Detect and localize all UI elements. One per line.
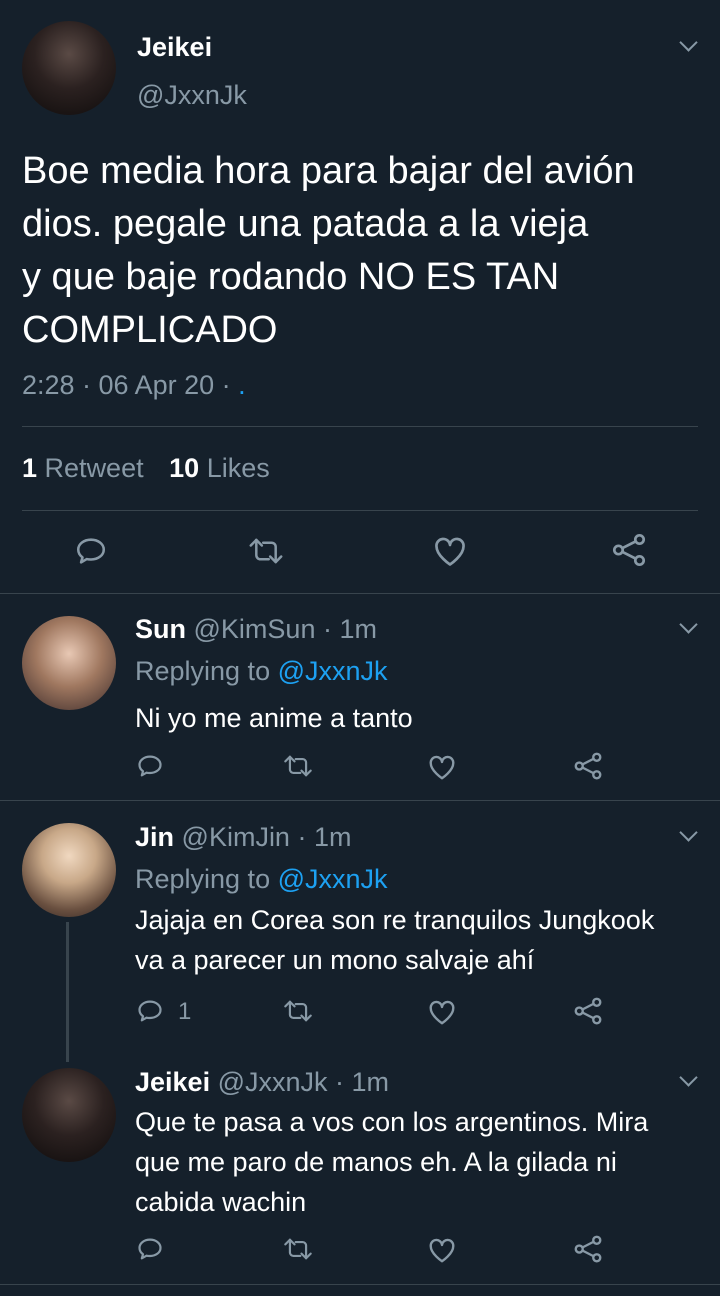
retweets-count: 1 [22, 453, 38, 483]
tweet-source[interactable]: . [238, 370, 246, 400]
share-icon[interactable] [573, 1234, 603, 1264]
tweet-stats: 1 Retweet 10 Likes [22, 453, 270, 484]
reply-display-name[interactable]: Jeikei [135, 1067, 210, 1097]
likes-stat[interactable]: 10 Likes [169, 453, 270, 483]
retweets-stat[interactable]: 1 Retweet [22, 453, 144, 483]
reply-handle-time[interactable]: @KimSun · 1m [194, 614, 377, 644]
divider [22, 510, 698, 511]
like-icon[interactable] [427, 1236, 457, 1264]
avatar[interactable] [22, 21, 116, 115]
tweet-text-line: y que baje rodando NO ES TAN [22, 256, 560, 298]
reply-text-line: cabida wachin [135, 1187, 307, 1217]
tweet-timestamp: 2:28 · 06 Apr 20 · . [22, 370, 246, 401]
replying-prefix: Replying to [135, 656, 271, 686]
timestamp-text: 2:28 · 06 Apr 20 · [22, 370, 239, 400]
reply-header: Jin @KimJin · 1m [135, 822, 351, 853]
avatar[interactable] [22, 616, 116, 710]
retweet-icon[interactable] [283, 752, 313, 780]
reply-icon[interactable] [136, 752, 164, 780]
chevron-down-icon[interactable] [679, 1068, 698, 1087]
reply-text-line: Que te pasa a vos con los argentinos. Mi… [135, 1107, 649, 1137]
chevron-down-icon[interactable] [679, 823, 698, 842]
replying-to-handle[interactable]: @JxxnJk [278, 656, 388, 686]
tweet-text-line: dios. pegale una patada a la vieja [22, 203, 589, 245]
share-icon[interactable] [573, 751, 603, 781]
reply-display-name[interactable]: Sun [135, 614, 186, 644]
divider [0, 593, 720, 594]
chevron-down-icon[interactable] [679, 615, 698, 634]
avatar[interactable] [22, 1068, 116, 1162]
retweet-icon[interactable] [283, 997, 313, 1025]
reply-text-line: Ni yo me anime a tanto [135, 703, 413, 733]
replying-to: Replying to @JxxnJk [135, 864, 388, 895]
reply-display-name[interactable]: Jin [135, 822, 174, 852]
tweet-text-line: COMPLICADO [22, 309, 278, 351]
reply-count: 1 [178, 998, 192, 1025]
reply-text-line: Jajaja en Corea son re tranquilos Jungko… [135, 905, 655, 935]
reply-text-line: va a parecer un mono salvaje ahí [135, 945, 535, 975]
reply-header: Jeikei @JxxnJk · 1m [135, 1067, 389, 1098]
author-handle[interactable]: @JxxnJk [137, 80, 247, 111]
retweets-label: Retweet [44, 453, 144, 483]
share-icon[interactable] [573, 996, 603, 1026]
replying-prefix: Replying to [135, 864, 271, 894]
divider [0, 800, 720, 801]
reply-handle-time[interactable]: @KimJin · 1m [182, 822, 352, 852]
like-icon[interactable] [427, 753, 457, 781]
like-icon[interactable] [427, 998, 457, 1026]
replying-to: Replying to @JxxnJk [135, 656, 388, 687]
reply-handle-time[interactable]: @JxxnJk · 1m [218, 1067, 389, 1097]
tweet-text-line: Boe media hora para bajar del avión [22, 150, 635, 192]
reply-icon[interactable] [136, 1235, 164, 1263]
reply-text: Ni yo me anime a tanto [135, 698, 413, 738]
divider [0, 1284, 720, 1285]
retweet-icon[interactable] [283, 1235, 313, 1263]
replying-to-handle[interactable]: @JxxnJk [278, 864, 388, 894]
author-display-name[interactable]: Jeikei [137, 32, 212, 63]
chevron-down-icon[interactable] [679, 33, 698, 52]
share-icon[interactable] [611, 532, 647, 568]
reply-icon[interactable] [136, 997, 164, 1025]
reply-text: Que te pasa a vos con los argentinos. Mi… [135, 1102, 648, 1222]
tweet-text: Boe media hora para bajar del avión dios… [22, 145, 712, 357]
thread-line [66, 922, 69, 1062]
likes-count: 10 [169, 453, 200, 483]
like-icon[interactable] [432, 534, 468, 568]
reply-text-line: que me paro de manos eh. A la gilada ni [135, 1147, 617, 1177]
avatar[interactable] [22, 823, 116, 917]
divider [22, 426, 698, 427]
reply-icon[interactable] [74, 534, 108, 568]
likes-label: Likes [206, 453, 270, 483]
reply-text: Jajaja en Corea son re tranquilos Jungko… [135, 900, 654, 980]
reply-header: Sun @KimSun · 1m [135, 614, 377, 645]
retweet-icon[interactable] [248, 534, 284, 568]
